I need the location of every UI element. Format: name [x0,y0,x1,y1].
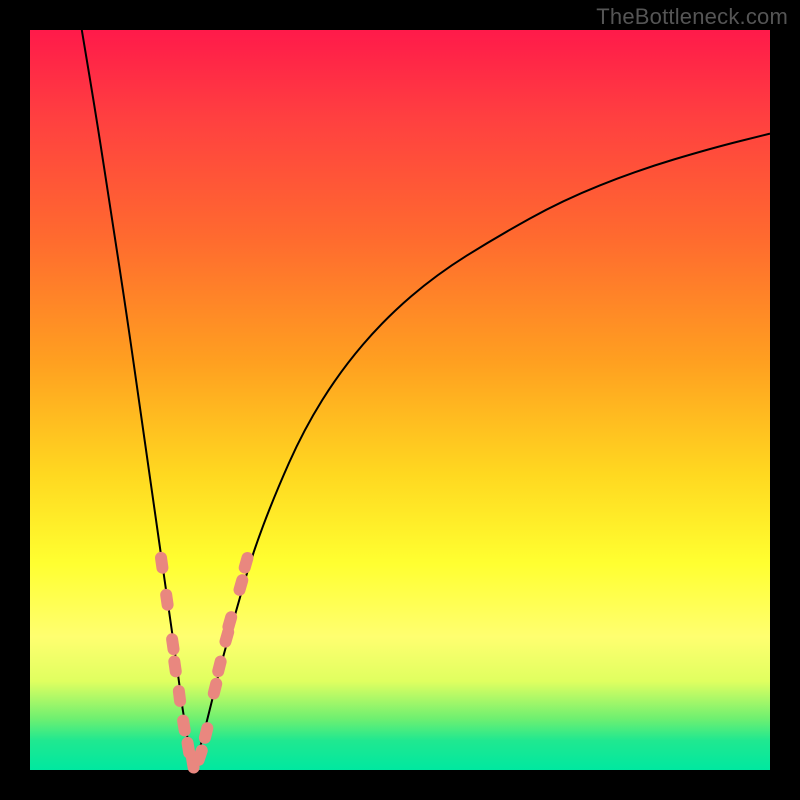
data-marker [168,655,183,678]
watermark-text: TheBottleneck.com [596,4,788,30]
data-marker [165,632,180,655]
data-marker [198,721,215,745]
data-marker [211,654,228,678]
data-marker [207,676,224,700]
data-marker [176,714,191,738]
data-marker [172,684,187,707]
chart-overlay [30,30,770,770]
data-markers [154,551,255,775]
data-marker [154,551,169,574]
data-marker [159,588,174,611]
curve-right [193,134,770,770]
chart-frame: TheBottleneck.com [0,0,800,800]
